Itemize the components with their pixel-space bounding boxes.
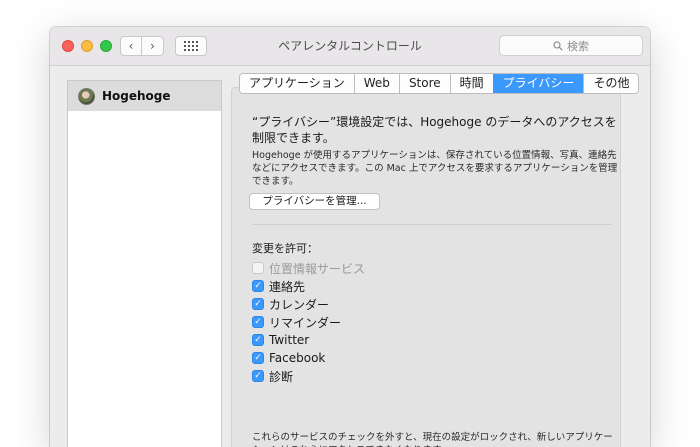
- minimize-window-button[interactable]: [81, 40, 93, 52]
- permission-label: 連絡先: [269, 279, 306, 294]
- tab-other[interactable]: その他: [583, 74, 639, 93]
- search-field[interactable]: 検索: [499, 35, 643, 56]
- titlebar: ‹ › ペアレンタルコントロール 検索: [50, 27, 650, 66]
- privacy-panel: “プライバシー”環境設定では、Hogehoge のデータへのアクセスを制限できま…: [231, 87, 621, 447]
- tab-applications[interactable]: アプリケーション: [240, 74, 354, 93]
- forward-button[interactable]: ›: [142, 36, 164, 56]
- permission-location: 位置情報サービス: [252, 259, 365, 277]
- user-list-item[interactable]: Hogehoge: [68, 81, 221, 111]
- checkbox-location: [252, 262, 264, 274]
- tab-store[interactable]: Store: [398, 74, 450, 93]
- checkbox-contacts[interactable]: ✓: [252, 280, 264, 292]
- user-list: Hogehoge: [67, 80, 222, 447]
- privacy-footer-note: これらのサービスのチェックを外すと、現在の設定がロックされ、新しいアプリケーショ…: [252, 432, 613, 447]
- checkbox-facebook[interactable]: ✓: [252, 352, 264, 364]
- parental-controls-window: ‹ › ペアレンタルコントロール 検索 Hogehoge “プライバシー”環境設…: [50, 27, 650, 447]
- checkbox-twitter[interactable]: ✓: [252, 334, 264, 346]
- zoom-window-button[interactable]: [100, 40, 112, 52]
- permission-diagnostics[interactable]: ✓ 診断: [252, 367, 365, 385]
- search-icon: [553, 40, 563, 51]
- manage-privacy-button[interactable]: プライバシーを管理...: [249, 193, 380, 210]
- permission-label: 診断: [269, 369, 294, 384]
- checkbox-diagnostics[interactable]: ✓: [252, 370, 264, 382]
- permission-label: Twitter: [269, 333, 310, 347]
- tab-privacy[interactable]: プライバシー: [492, 74, 584, 93]
- tab-bar: アプリケーション Web Store 時間 プライバシー その他: [239, 73, 640, 94]
- allow-changes-label: 変更を許可：: [252, 242, 318, 255]
- privacy-heading: “プライバシー”環境設定では、Hogehoge のデータへのアクセスを制限できま…: [252, 115, 617, 145]
- permission-list: 位置情報サービス ✓ 連絡先 ✓ カレンダー ✓ リマインダー ✓ Twitte…: [252, 259, 365, 385]
- user-name: Hogehoge: [102, 89, 171, 103]
- privacy-description: Hogehoge が使用するアプリケーションは、保存されている位置情報、写真、連…: [252, 150, 618, 187]
- window-title: ペアレンタルコントロール: [278, 39, 422, 53]
- chevron-left-icon: ‹: [128, 39, 134, 53]
- permission-facebook[interactable]: ✓ Facebook: [252, 349, 365, 367]
- permission-label: カレンダー: [269, 297, 330, 312]
- permission-label: Facebook: [269, 351, 326, 365]
- tab-web[interactable]: Web: [353, 74, 399, 93]
- divider: [252, 224, 612, 225]
- checkbox-reminders[interactable]: ✓: [252, 316, 264, 328]
- permission-calendar[interactable]: ✓ カレンダー: [252, 295, 365, 313]
- chevron-right-icon: ›: [150, 39, 155, 53]
- back-forward-group: ‹ ›: [120, 36, 164, 56]
- close-window-button[interactable]: [62, 40, 74, 52]
- permission-twitter[interactable]: ✓ Twitter: [252, 331, 365, 349]
- search-placeholder: 検索: [567, 39, 589, 53]
- checkbox-calendar[interactable]: ✓: [252, 298, 264, 310]
- permission-reminders[interactable]: ✓ リマインダー: [252, 313, 365, 331]
- permission-contacts[interactable]: ✓ 連絡先: [252, 277, 365, 295]
- permission-label: 位置情報サービス: [269, 261, 366, 276]
- show-all-button[interactable]: [175, 36, 207, 56]
- back-button[interactable]: ‹: [120, 36, 142, 56]
- grid-icon: [184, 41, 198, 51]
- avatar: [78, 87, 95, 105]
- permission-label: リマインダー: [269, 315, 342, 330]
- tab-time[interactable]: 時間: [449, 74, 493, 93]
